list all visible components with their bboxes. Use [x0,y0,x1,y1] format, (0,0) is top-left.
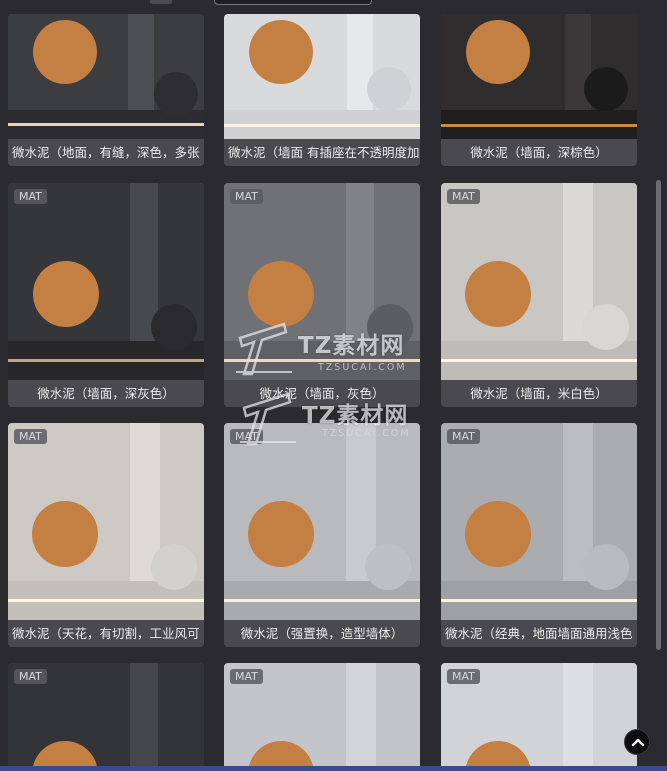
material-card[interactable]: MAT 微水泥（墙面，米白色） [441,183,637,407]
material-preview-image [224,14,420,139]
card-title: 微水泥（墙面，深灰色） [8,380,204,407]
mat-badge: MAT [447,429,480,444]
material-preview-image [441,14,637,139]
material-card[interactable]: 微水泥（地面，有缝，深色，多张 [8,14,204,166]
material-card[interactable]: MAT 微水泥（天花，有切割，工业风可 [8,423,204,647]
material-thumbnail [8,183,204,380]
card-title: 微水泥（经典，地面墙面通用浅色 [441,620,637,647]
chevron-up-icon [631,738,645,747]
card-title: 微水泥（墙面，米白色） [441,380,637,407]
material-card[interactable]: 微水泥（墙面，深棕色） [441,14,637,166]
material-thumbnail [8,14,204,139]
material-preview-image [441,423,637,620]
material-thumbnail [224,183,420,380]
material-thumbnail [224,14,420,139]
material-card[interactable]: MAT 微水泥（强置换，造型墙体） [224,423,420,647]
mat-badge: MAT [230,429,263,444]
mat-badge: MAT [230,669,263,684]
material-thumbnail [224,423,420,620]
material-card[interactable]: MAT 微水泥（墙面，深灰色） [8,183,204,407]
card-title: 微水泥（墙面 有插座在不透明度加 [224,139,420,166]
mat-badge: MAT [14,669,47,684]
mat-badge: MAT [14,189,47,204]
back-to-top-button[interactable] [624,729,650,755]
material-thumbnail [441,14,637,139]
mat-badge: MAT [447,189,480,204]
material-card[interactable]: MAT [224,663,420,771]
card-title: 微水泥（天花，有切割，工业风可 [8,620,204,647]
material-grid: 微水泥（地面，有缝，深色，多张 微水泥（墙面 有插座在不透明度加 微水泥（墙面，… [0,0,667,771]
bottom-edge-strip [0,766,667,771]
vertical-scrollbar[interactable] [656,180,661,740]
material-preview-image [8,14,204,139]
material-card[interactable]: MAT 微水泥（经典，地面墙面通用浅色 [441,423,637,647]
mat-badge: MAT [14,429,47,444]
card-title: 微水泥（强置换，造型墙体） [224,620,420,647]
material-preview-image [8,183,204,380]
material-thumbnail [8,423,204,620]
material-preview-image [441,183,637,380]
material-card[interactable]: MAT [441,663,637,771]
material-preview-image [8,423,204,620]
scrollbar-thumb[interactable] [656,180,661,650]
material-thumbnail [441,183,637,380]
material-preview-image [224,183,420,380]
card-title: 微水泥（地面，有缝，深色，多张 [8,139,204,166]
card-title: 微水泥（墙面，深棕色） [441,139,637,166]
mat-badge: MAT [447,669,480,684]
material-card[interactable]: 微水泥（墙面 有插座在不透明度加 [224,14,420,166]
card-title: 微水泥（墙面，灰色） [224,380,420,407]
mat-badge: MAT [230,189,263,204]
material-preview-image [224,423,420,620]
material-card[interactable]: MAT 微水泥（墙面，灰色） [224,183,420,407]
material-thumbnail [441,423,637,620]
material-card[interactable]: MAT [8,663,204,771]
